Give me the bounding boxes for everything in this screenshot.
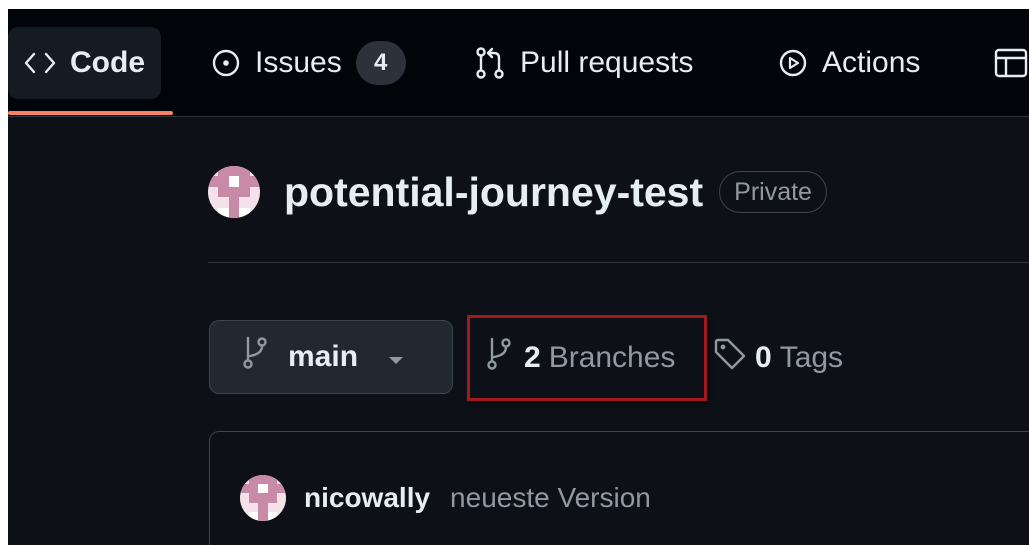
- tab-code-label: Code: [70, 46, 145, 79]
- repo-header: potential-journey-test Private: [208, 166, 827, 218]
- tab-actions[interactable]: Actions: [778, 27, 920, 99]
- tags-link[interactable]: 0 Tags: [713, 334, 843, 382]
- tab-projects[interactable]: [994, 27, 1028, 99]
- issue-opened-icon: [211, 48, 241, 78]
- tags-count: 0: [755, 341, 772, 374]
- branch-name: main: [288, 340, 359, 373]
- branch-selector-button[interactable]: main: [209, 320, 453, 394]
- tab-pull-requests-label: Pull requests: [520, 46, 694, 79]
- branches-count: 2: [524, 341, 541, 374]
- branches-link[interactable]: 2 Branches: [467, 315, 707, 401]
- tab-issues-label: Issues: [255, 46, 342, 79]
- commit-message[interactable]: neueste Version: [450, 482, 651, 514]
- tab-issues[interactable]: Issues 4: [211, 27, 406, 99]
- owner-avatar[interactable]: [208, 166, 260, 218]
- active-tab-indicator: [8, 111, 173, 115]
- github-repo-page: Code Issues 4 Pull requests Actions pote…: [8, 9, 1029, 545]
- commit-author-avatar[interactable]: [240, 475, 286, 521]
- table-icon: [994, 47, 1028, 79]
- latest-commit-box: nicowally neueste Version: [209, 431, 1029, 545]
- tag-icon: [713, 337, 747, 379]
- git-branch-icon: [242, 336, 268, 378]
- tab-pull-requests[interactable]: Pull requests: [474, 27, 693, 99]
- header-divider: [208, 262, 1029, 263]
- chevron-down-icon: [388, 340, 404, 374]
- code-icon: [24, 51, 56, 75]
- repo-tab-bar: Code Issues 4 Pull requests Actions: [8, 9, 1029, 117]
- play-icon: [778, 48, 808, 78]
- git-branch-icon: [486, 337, 512, 379]
- branches-label: Branches: [548, 341, 676, 374]
- tags-label: Tags: [779, 341, 844, 374]
- tab-actions-label: Actions: [822, 46, 921, 79]
- git-pull-request-icon: [474, 46, 506, 80]
- commit-author[interactable]: nicowally: [304, 482, 430, 514]
- tab-code[interactable]: Code: [8, 27, 161, 99]
- repo-name[interactable]: potential-journey-test: [284, 169, 703, 216]
- latest-commit-row: nicowally neueste Version: [240, 475, 651, 521]
- visibility-badge: Private: [719, 171, 827, 213]
- issues-count-badge: 4: [355, 41, 406, 85]
